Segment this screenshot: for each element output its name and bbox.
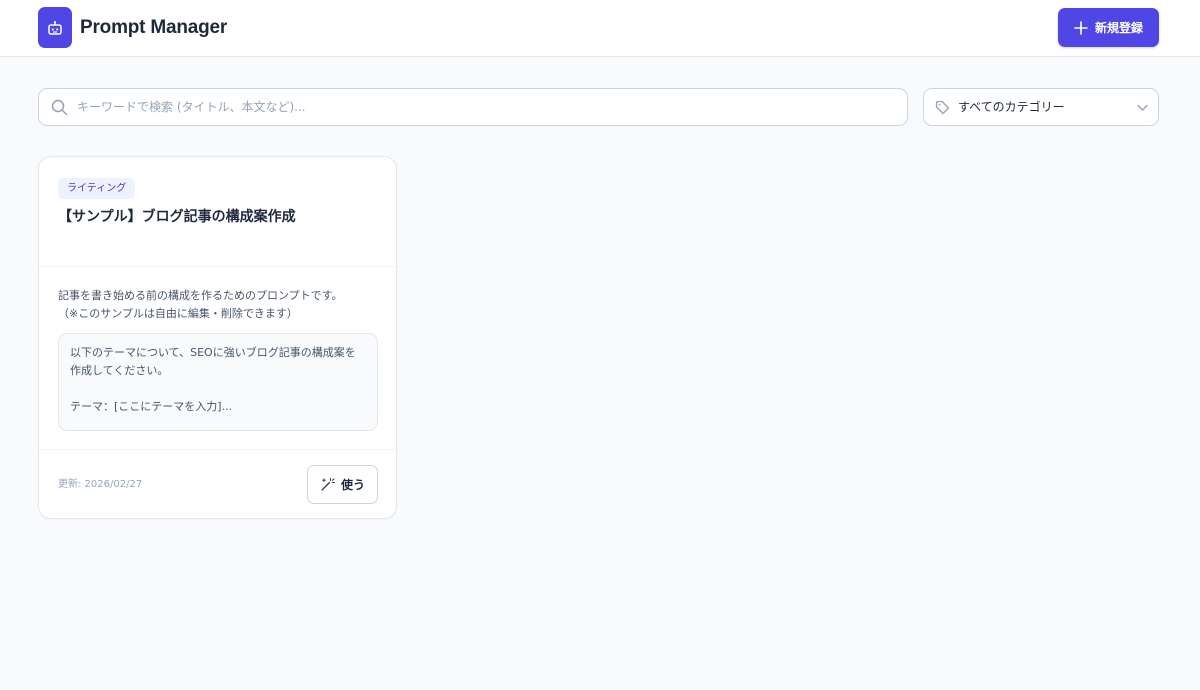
robot-icon xyxy=(48,20,62,35)
magic-wand-icon xyxy=(321,477,335,491)
search-icon xyxy=(51,99,68,116)
app-logo[interactable] xyxy=(38,7,72,48)
prompt-card: ライティング 【サンプル】ブログ記事の構成案作成 記事を書き始める前の構成を作る… xyxy=(38,156,397,519)
prompt-description: 記事を書き始める前の構成を作るためのプロンプトです。 （※このサンプルは自由に編… xyxy=(58,289,343,320)
category-badge: ライティング xyxy=(58,178,136,199)
chevron-down-icon xyxy=(1137,104,1148,111)
search-input[interactable] xyxy=(77,89,897,125)
use-button-label: 使う xyxy=(340,478,365,492)
plus-icon xyxy=(1074,20,1088,35)
search-box[interactable] xyxy=(38,88,908,126)
prompt-card-footer: 更新: 2026/02/27 使う xyxy=(39,449,396,518)
use-button[interactable]: 使う xyxy=(307,465,378,504)
prompt-card-header: ライティング 【サンプル】ブログ記事の構成案作成 xyxy=(39,157,396,267)
category-select[interactable]: すべてのカテゴリー xyxy=(923,88,1159,126)
prompt-preview-box: 以下のテーマについて、SEOに強いブログ記事の構成案を作成してください。 テーマ… xyxy=(58,333,378,431)
prompt-preview-text: 以下のテーマについて、SEOに強いブログ記事の構成案を作成してください。 テーマ… xyxy=(70,346,356,413)
app-title: Prompt Manager xyxy=(80,17,228,38)
new-prompt-button-label: 新規登録 xyxy=(1094,21,1143,35)
updated-date: 更新: 2026/02/27 xyxy=(58,479,143,490)
new-prompt-button[interactable]: 新規登録 xyxy=(1058,8,1159,47)
app-header: Prompt Manager 新規登録 xyxy=(0,0,1200,57)
tag-icon xyxy=(935,100,950,115)
prompt-title: 【サンプル】ブログ記事の構成案作成 xyxy=(58,209,296,225)
category-selected-label: すべてのカテゴリー xyxy=(958,100,1065,114)
